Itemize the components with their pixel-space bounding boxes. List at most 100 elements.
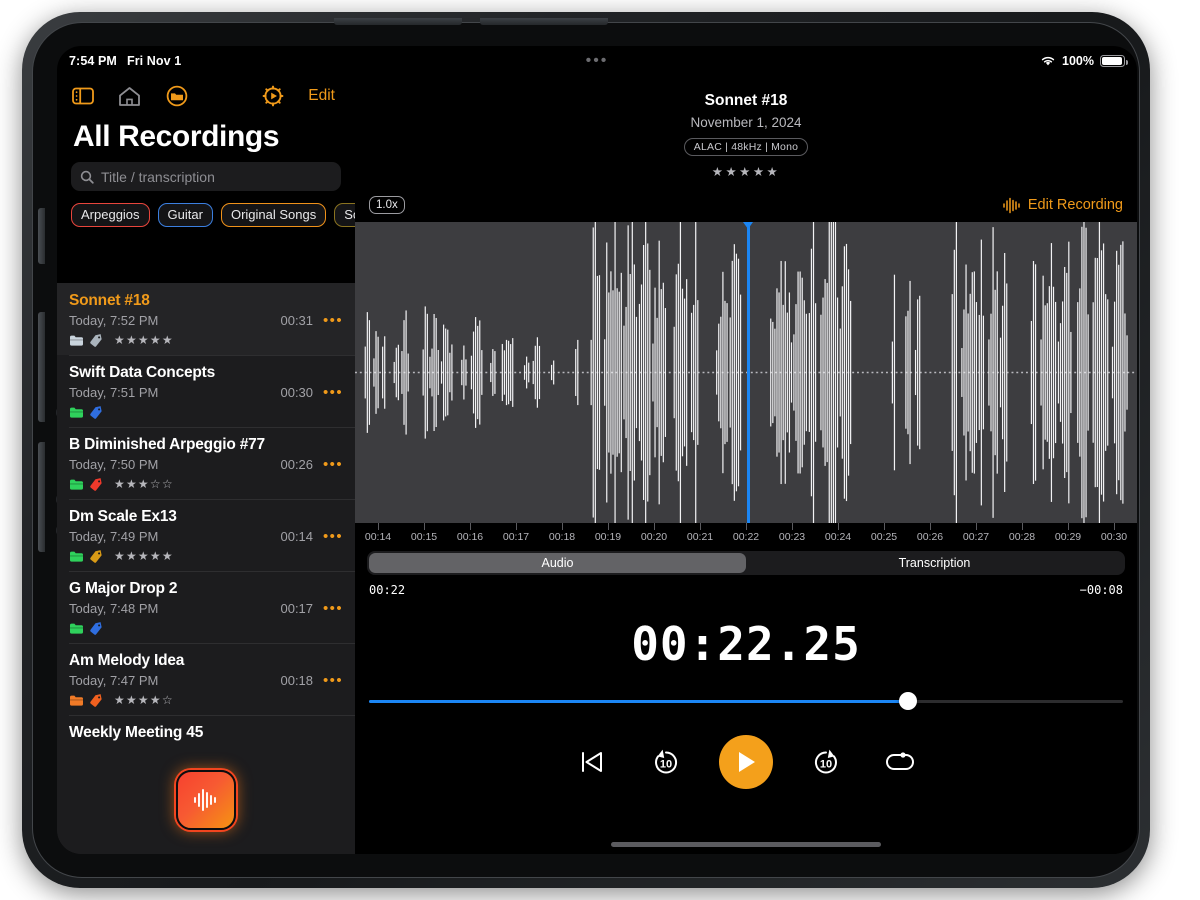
recording-title: Dm Scale Ex13: [69, 508, 343, 526]
elapsed-time: 00:22: [369, 583, 405, 597]
filter-chip-scale[interactable]: Scale: [334, 203, 355, 227]
recording-title: Am Melody Idea: [69, 652, 343, 670]
ruler-tick-label: 00:17: [503, 531, 529, 543]
ruler-tick: [608, 523, 609, 530]
ruler-tick-label: 00:18: [549, 531, 575, 543]
ruler-tick: [792, 523, 793, 530]
recording-title: G Major Drop 2: [69, 580, 343, 598]
waveform-icon: [1002, 197, 1021, 214]
recording-stars: ★★★★☆: [114, 694, 174, 706]
recording-more-button[interactable]: •••: [323, 676, 343, 686]
search-input[interactable]: [101, 169, 332, 185]
ruler-tick: [884, 523, 885, 530]
ruler-tick-label: 00:14: [365, 531, 391, 543]
folder-icon: [69, 550, 84, 563]
recording-row[interactable]: G Major Drop 2 Today, 7:48 PM 00:17 •••: [57, 571, 355, 643]
recording-meta: ★★★★★: [69, 333, 343, 347]
sidebar-toggle-icon[interactable]: [71, 85, 94, 108]
recording-duration: 00:31: [280, 313, 313, 328]
back-10-button[interactable]: 10: [645, 741, 687, 783]
recording-row[interactable]: Swift Data ConceptsToday, 7:51 PM00:30••…: [57, 355, 355, 427]
recording-row[interactable]: Sonnet #18Today, 7:52 PM00:31•••★★★★★: [57, 283, 355, 355]
folder-icon: [69, 478, 84, 491]
recording-header: Sonnet #18 November 1, 2024 ALAC | 48kHz…: [355, 76, 1137, 179]
ruler-tick-label: 00:16: [457, 531, 483, 543]
folder-icon: [69, 622, 84, 635]
home-icon[interactable]: [118, 85, 141, 108]
filter-chip-original-songs[interactable]: Original Songs: [221, 203, 326, 227]
filter-chip-arpeggios[interactable]: Arpeggios: [71, 203, 150, 227]
folder-circle-icon[interactable]: [165, 85, 188, 108]
record-bar: [57, 746, 355, 854]
folder-icon: [69, 406, 84, 419]
ruler-tick-label: 00:20: [641, 531, 667, 543]
wifi-icon: [1040, 55, 1056, 67]
progress-thumb[interactable]: [899, 692, 917, 710]
waveform-icon: [191, 787, 221, 813]
hardware-top-button-2: [480, 18, 608, 25]
forward-10-button[interactable]: 10: [805, 741, 847, 783]
hardware-side-button: [38, 208, 45, 264]
play-button[interactable]: [719, 735, 773, 789]
playhead-marker[interactable]: [747, 222, 750, 523]
recording-duration: 00:30: [280, 385, 313, 400]
ruler-tick: [1068, 523, 1069, 530]
filter-chip-guitar[interactable]: Guitar: [158, 203, 213, 227]
recording-duration: 00:18: [280, 673, 313, 688]
hardware-volume-up-button: [38, 312, 45, 422]
tag-icon: [89, 622, 103, 635]
recording-stars: ★★★☆☆: [114, 478, 174, 490]
audio-transcription-segmented-control: AudioTranscription: [367, 551, 1125, 575]
screenshot-root: 7:54 PM Fri Nov 1 ••• 100%: [0, 0, 1200, 900]
ruler-tick-label: 00:21: [687, 531, 713, 543]
search-bar[interactable]: [71, 162, 341, 191]
svg-text:10: 10: [660, 759, 672, 771]
page-title: All Recordings: [57, 116, 355, 160]
recording-more-button[interactable]: •••: [323, 460, 343, 470]
recording-stars: ★★★★★: [114, 550, 174, 562]
edit-recording-button[interactable]: Edit Recording: [1002, 197, 1123, 214]
recording-row[interactable]: Am Melody Idea Today, 7:47 PM 00:18 ••• ★★★★…: [57, 643, 355, 715]
recording-date: Today, 7:48 PM: [69, 601, 158, 616]
tag-icon: [89, 478, 103, 491]
recording-more-button[interactable]: •••: [323, 604, 343, 614]
recording-title: B Diminished Arpeggio #77: [69, 436, 343, 454]
detail-rating-stars: ★★★★★: [355, 164, 1137, 179]
skip-back-icon: [577, 749, 607, 775]
segment-audio[interactable]: Audio: [369, 553, 746, 573]
waveform-display[interactable]: [355, 222, 1137, 523]
progress-slider[interactable]: [369, 693, 1123, 709]
recording-row[interactable]: Dm Scale Ex13Today, 7:49 PM00:14•••★★★★★: [57, 499, 355, 571]
segment-transcription[interactable]: Transcription: [746, 553, 1123, 573]
recording-meta: ★★★★☆: [69, 693, 343, 707]
detail-pane: Sonnet #18 November 1, 2024 ALAC | 48kHz…: [355, 76, 1137, 854]
ruler-tick-label: 00:23: [779, 531, 805, 543]
detail-title: Sonnet #18: [355, 92, 1137, 110]
gear-play-icon[interactable]: [261, 85, 284, 108]
format-badge: ALAC | 48kHz | Mono: [684, 138, 808, 156]
loop-button[interactable]: [879, 741, 921, 783]
recording-date: Today, 7:47 PM: [69, 673, 158, 688]
time-readouts: 00:22 −00:08: [355, 575, 1137, 597]
ruler-tick: [1114, 523, 1115, 530]
recording-duration: 00:26: [280, 457, 313, 472]
tablet-device-frame: 7:54 PM Fri Nov 1 ••• 100%: [22, 12, 1150, 888]
svg-text:10: 10: [820, 759, 832, 771]
rewind-10-icon: 10: [650, 746, 682, 778]
ruler-tick: [378, 523, 379, 530]
recording-row[interactable]: B Diminished Arpeggio #77Today, 7:50 PM0…: [57, 427, 355, 499]
recording-more-button[interactable]: •••: [323, 316, 343, 326]
recording-meta: [69, 405, 343, 419]
recording-more-button[interactable]: •••: [323, 388, 343, 398]
home-indicator: [611, 842, 881, 847]
recording-more-button[interactable]: •••: [323, 532, 343, 542]
recording-duration: 00:17: [280, 601, 313, 616]
sidebar-toolbar: Edit: [57, 76, 355, 116]
skip-to-start-button[interactable]: [571, 741, 613, 783]
ruler-tick-label: 00:28: [1009, 531, 1035, 543]
record-button[interactable]: [176, 770, 236, 830]
playback-speed-button[interactable]: 1.0x: [369, 196, 405, 214]
ruler-tick: [516, 523, 517, 530]
ruler-tick: [424, 523, 425, 530]
edit-button[interactable]: Edit: [308, 87, 341, 105]
